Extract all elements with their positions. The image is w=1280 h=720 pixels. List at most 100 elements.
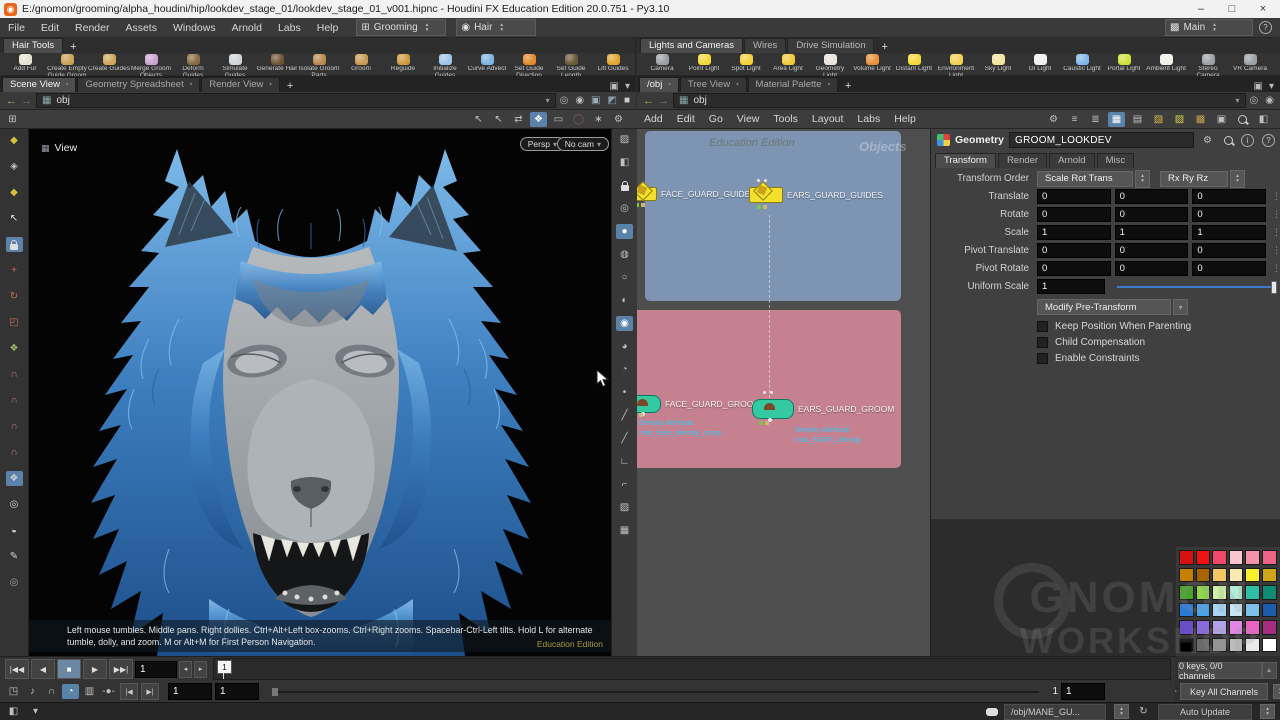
network-editor[interactable]: Education Edition Objects FACE_GUARD_GUI… xyxy=(637,129,931,656)
node-flags-3[interactable] xyxy=(637,413,643,417)
ladder-icon[interactable]: ⋮ xyxy=(1272,209,1280,220)
tab-obj[interactable]: /obj▪ xyxy=(639,77,679,92)
tab-misc[interactable]: Misc xyxy=(1097,153,1135,168)
palette-swatch[interactable] xyxy=(1229,550,1244,565)
node-select-spinner[interactable] xyxy=(1114,704,1129,719)
hq-light-icon[interactable]: ◉ xyxy=(616,316,633,331)
snapshot-icon[interactable]: ◧ xyxy=(616,155,633,170)
palette-swatch[interactable] xyxy=(1229,603,1244,618)
menu-windows[interactable]: Windows xyxy=(165,22,224,34)
pane-split-icon[interactable]: ▣ xyxy=(610,81,619,92)
shelf-tool-sky-light[interactable]: Sky Light xyxy=(977,53,1019,73)
viewport-thumb-icon[interactable]: ▨ xyxy=(616,132,633,147)
status-layout-icon[interactable]: ◧ xyxy=(5,704,22,719)
palette-swatch[interactable] xyxy=(1179,620,1194,635)
palette-swatch[interactable] xyxy=(1262,620,1277,635)
cube-solid-icon[interactable]: ■ xyxy=(624,95,630,106)
snapshot-disc-icon[interactable]: ◎ xyxy=(6,575,23,590)
palette-swatch[interactable] xyxy=(1245,603,1260,618)
palette-swatch[interactable] xyxy=(1196,638,1211,653)
node-face-guard-guides[interactable]: FACE_GUARD_GUIDES xyxy=(637,187,756,201)
net-color-icon[interactable]: ▧ xyxy=(1150,112,1167,127)
refresh-icon[interactable]: ↻ xyxy=(1135,704,1152,719)
tab-render[interactable]: Render xyxy=(998,153,1047,168)
radial-menu-icon[interactable]: ◉ xyxy=(575,95,584,106)
comb-icon[interactable]: ⌐ xyxy=(616,477,633,492)
param-field[interactable]: 0 xyxy=(1192,189,1266,204)
palette-swatch[interactable] xyxy=(1229,620,1244,635)
new-pane-tab-button-2[interactable]: + xyxy=(839,80,857,92)
node-name-field[interactable]: GROOM_LOOKDEV xyxy=(1009,132,1194,148)
modify-pretransform-select[interactable]: Modify Pre-Transform xyxy=(1037,299,1171,315)
uniform-scale-slider[interactable] xyxy=(1117,280,1277,293)
no-cam-button[interactable]: No cam xyxy=(557,137,609,151)
shelf-tool-area-light[interactable]: Area Light xyxy=(767,53,809,73)
grooming-spinner[interactable] xyxy=(426,23,429,32)
shelf-tool-environment-light[interactable]: Environment Light xyxy=(935,53,977,76)
pretransform-arrow[interactable] xyxy=(1173,299,1188,315)
checkbox-box[interactable] xyxy=(1037,353,1048,364)
search-icon[interactable] xyxy=(1224,136,1233,145)
current-node-select[interactable]: /obj/MANE_GU... xyxy=(1004,704,1106,720)
palette-swatch[interactable] xyxy=(1212,638,1227,653)
tab-wires[interactable]: Wires xyxy=(744,38,786,53)
shelf-tool-lift-guides[interactable]: Lift Guides xyxy=(592,53,634,73)
menu-render[interactable]: Render xyxy=(67,22,117,34)
shelf-tool-isolate-groom-parts[interactable]: Isolate Groom Parts xyxy=(298,53,340,76)
tab-menu-icon[interactable]: ▪ xyxy=(736,81,738,88)
snap-edge-icon[interactable]: ∩ xyxy=(6,419,23,434)
palette-swatch[interactable] xyxy=(1212,620,1227,635)
shelf-tool-caustic-light[interactable]: Caustic Light xyxy=(1061,53,1103,73)
rotate-handle-icon[interactable]: ↻ xyxy=(6,289,23,304)
timeline[interactable]: 1 xyxy=(213,658,1171,680)
play-reverse-button[interactable]: ◀ xyxy=(31,659,55,679)
transform-order-spinner[interactable] xyxy=(1135,170,1150,188)
shelf-tool-ambient-light[interactable]: Ambient Light xyxy=(1145,53,1187,73)
param-field[interactable]: 0 xyxy=(1115,243,1189,258)
view-tool-icon[interactable]: ❖ xyxy=(6,471,23,486)
shelf-tool-switcher[interactable]: Switcher xyxy=(1271,53,1280,73)
palette-swatch[interactable] xyxy=(1245,550,1260,565)
menu-help[interactable]: Help xyxy=(887,113,923,125)
path-dropdown-icon-2[interactable] xyxy=(1236,95,1240,106)
param-field[interactable]: 1 xyxy=(1115,225,1189,240)
palette-swatch[interactable] xyxy=(1196,603,1211,618)
pose-handle-icon[interactable]: ❖ xyxy=(6,341,23,356)
param-field[interactable]: 1 xyxy=(1037,225,1111,240)
node-flags-4[interactable] xyxy=(759,421,769,425)
palette-swatch[interactable] xyxy=(1245,585,1260,600)
headlight-icon[interactable]: ◍ xyxy=(616,247,633,262)
param-field[interactable]: 0 xyxy=(1115,189,1189,204)
next-key-button[interactable]: ▶| xyxy=(141,683,159,700)
flipbook-icon[interactable]: ◒ xyxy=(6,523,23,538)
prev-key-button[interactable]: |◀ xyxy=(120,683,138,700)
shelf-tool-gi-light[interactable]: GI Light xyxy=(1019,53,1061,73)
palette-swatch[interactable] xyxy=(1262,638,1277,653)
tab-geometry-spreadsheet[interactable]: Geometry Spreadsheet▪ xyxy=(77,77,200,92)
palette-swatch[interactable] xyxy=(1262,603,1277,618)
menu-edit[interactable]: Edit xyxy=(670,113,702,125)
visualizer-icon[interactable]: ▨ xyxy=(616,500,633,515)
shelf-tool-initialize-guides[interactable]: Initialize Guides xyxy=(424,53,466,76)
palette-swatch[interactable] xyxy=(1179,568,1194,583)
tab-tree-view[interactable]: Tree View▪ xyxy=(680,77,747,92)
pane-menu-icon-2[interactable]: ▾ xyxy=(1269,81,1274,92)
frame-increment-button[interactable]: ▸ xyxy=(194,661,207,678)
snap-grid-icon[interactable]: ∩ xyxy=(6,367,23,382)
checkbox-child-compensation[interactable]: Child Compensation xyxy=(1037,335,1280,349)
go-start-button[interactable]: |◀◀ xyxy=(5,659,29,679)
palette-swatch[interactable] xyxy=(1212,603,1227,618)
palette-swatch[interactable] xyxy=(1212,568,1227,583)
shelf-tool-set-guide-direction[interactable]: Set Guide Direction xyxy=(508,53,550,76)
palette-swatch[interactable] xyxy=(1179,550,1194,565)
snap-point-icon[interactable]: ∩ xyxy=(6,393,23,408)
menu-layout[interactable]: Layout xyxy=(805,113,851,125)
play-forward-button[interactable]: ▶ xyxy=(83,659,107,679)
cube-display-icon[interactable]: ▣ xyxy=(591,95,600,106)
realtime-icon[interactable]: ◔ xyxy=(62,684,79,699)
pane-split-icon-2[interactable]: ▣ xyxy=(1254,81,1263,92)
select-arrow-icon[interactable]: ↖ xyxy=(6,211,23,226)
menu-add[interactable]: Add xyxy=(637,113,670,125)
main-desktop-select[interactable]: ▩ Main xyxy=(1165,19,1253,36)
ladder-icon[interactable]: ⋮ xyxy=(1272,227,1280,238)
